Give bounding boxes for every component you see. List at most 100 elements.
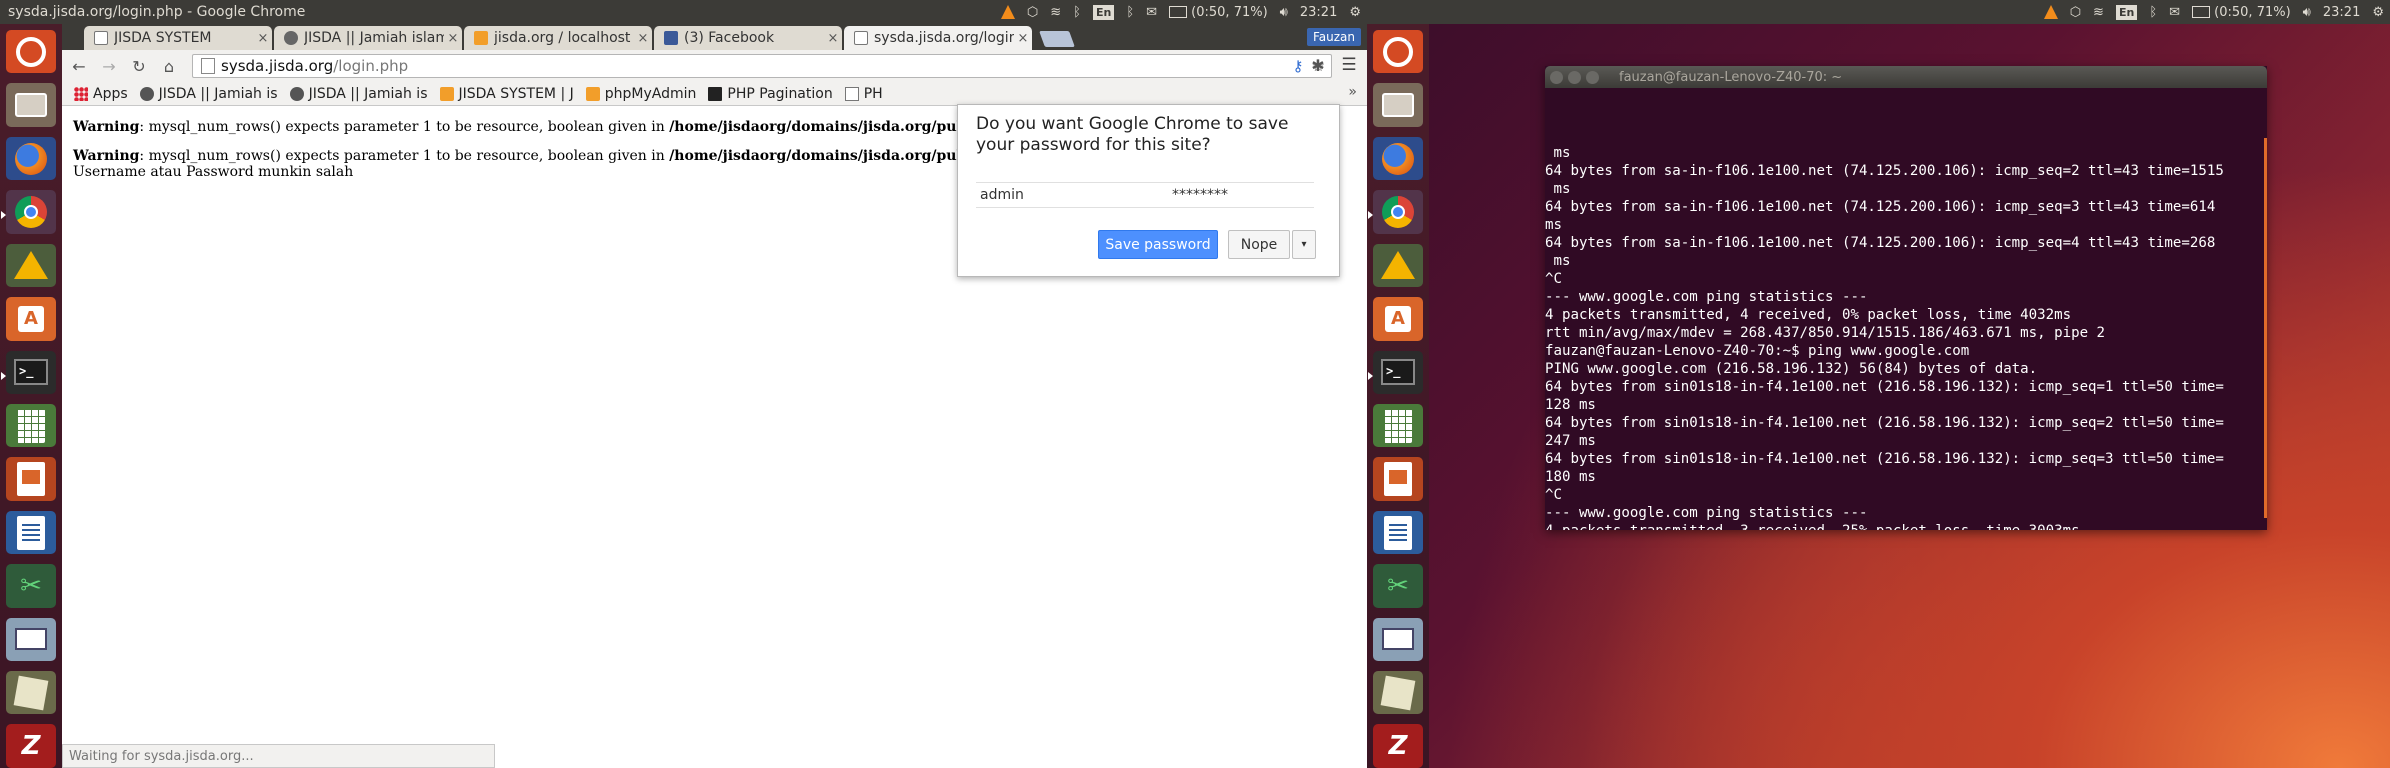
tab-jisda-system[interactable]: JISDA SYSTEM × xyxy=(84,26,272,50)
libreoffice-writer-icon[interactable] xyxy=(6,510,56,555)
terminal-window[interactable]: fauzan@fauzan-Lenovo-Z40-70: ~ ms 64 byte… xyxy=(1545,66,2267,530)
tab-jisda-jamiah[interactable]: JISDA || Jamiah islam × xyxy=(274,26,462,50)
volume-icon[interactable]: 🔊︎ xyxy=(1280,0,1288,24)
mail-icon[interactable]: ✉ xyxy=(2169,0,2180,24)
minimize-icon[interactable] xyxy=(1568,70,1581,84)
wifi-icon[interactable]: ≋ xyxy=(2093,0,2104,24)
software-center-icon[interactable]: A xyxy=(6,297,56,341)
bookmarks-overflow-button[interactable]: » xyxy=(1348,84,1357,100)
mail-client-icon[interactable] xyxy=(6,617,56,662)
libreoffice-impress-icon[interactable] xyxy=(6,457,56,501)
google-drive-icon[interactable] xyxy=(1373,243,1423,288)
system-tray-right: ⬡ ≋ En ᛒ ✉ (0:50, 71%) 🔊︎ 23:21 ⚙ xyxy=(2043,0,2384,24)
volume-icon[interactable]: 🔊︎ xyxy=(2303,0,2311,24)
terminal-line: --- www.google.com ping statistics --- xyxy=(1545,289,1868,305)
tab-facebook[interactable]: (3) Facebook × xyxy=(654,26,842,50)
extension-icon[interactable]: ✱ xyxy=(1308,56,1328,76)
address-bar[interactable]: sysda.jisda.org/login.php ⚷ ☆ xyxy=(192,54,1332,78)
clock[interactable]: 23:21 xyxy=(1300,0,1337,24)
terminal-icon[interactable]: >_ xyxy=(1368,350,1423,394)
inkscape-icon[interactable]: ✂ xyxy=(6,564,56,608)
new-tab-button[interactable] xyxy=(1039,31,1075,47)
mail-client-icon[interactable] xyxy=(1373,617,1423,662)
launcher-left: A >_ ✂ Z xyxy=(0,24,62,768)
gear-icon[interactable]: ⚙ xyxy=(1349,0,1361,24)
credential-row: admin ******** xyxy=(976,182,1314,208)
tab-login-active[interactable]: sysda.jisda.org/login × xyxy=(844,26,1032,50)
files-icon[interactable] xyxy=(1373,83,1423,127)
close-icon[interactable]: × xyxy=(254,31,272,46)
firefox-icon[interactable] xyxy=(6,136,56,181)
profile-badge[interactable]: Fauzan xyxy=(1306,28,1361,46)
text-editor-icon[interactable] xyxy=(6,671,56,715)
google-drive-icon[interactable] xyxy=(6,243,56,288)
nope-button[interactable]: Nope xyxy=(1228,230,1290,259)
text-editor-icon[interactable] xyxy=(1373,671,1423,715)
close-icon[interactable]: × xyxy=(634,31,652,46)
maximize-icon[interactable] xyxy=(1586,70,1599,84)
libreoffice-writer-icon[interactable] xyxy=(1373,510,1423,555)
chrome-window: JISDA SYSTEM × JISDA || Jamiah islam × j… xyxy=(62,24,1367,768)
key-icon[interactable]: ⚷ xyxy=(1293,57,1304,75)
terminal-icon[interactable]: >_ xyxy=(1,350,56,394)
terminal-titlebar[interactable]: fauzan@fauzan-Lenovo-Z40-70: ~ xyxy=(1545,66,2267,88)
home-button[interactable]: ⌂ xyxy=(156,52,182,80)
vlc-tray-icon[interactable] xyxy=(1000,0,1015,24)
keyboard-layout-indicator[interactable]: En xyxy=(1092,4,1115,20)
bookmark-php-pagination[interactable]: PHP Pagination xyxy=(708,86,833,102)
gear-icon[interactable]: ⚙ xyxy=(2372,0,2384,24)
bookmark-apps[interactable]: Apps xyxy=(74,86,128,102)
battery-indicator[interactable]: (0:50, 71%) xyxy=(1169,0,1268,24)
bluetooth-icon-2[interactable]: ᛒ xyxy=(1126,0,1134,24)
bookmark-jisda-2[interactable]: JISDA || Jamiah is xyxy=(289,86,428,102)
battery-indicator[interactable]: (0:50, 71%) xyxy=(2192,0,2291,24)
terminal-line: PING www.google.com (216.58.196.132) 56(… xyxy=(1545,361,2038,377)
tab-phpmyadmin[interactable]: jisda.org / localhost × xyxy=(464,26,652,50)
libreoffice-impress-icon[interactable] xyxy=(1373,457,1423,501)
filezilla-icon[interactable]: Z xyxy=(1373,724,1423,768)
bookmark-jisda-system[interactable]: JISDA SYSTEM | J xyxy=(439,86,574,102)
close-icon[interactable]: × xyxy=(444,31,462,46)
terminal-line: 180 ms xyxy=(1545,469,1596,485)
inkscape-icon[interactable]: ✂ xyxy=(1373,564,1423,608)
bookmark-phpmyadmin[interactable]: phpMyAdmin xyxy=(585,86,696,102)
dropbox-icon[interactable]: ⬡ xyxy=(1027,0,1038,24)
clock[interactable]: 23:21 xyxy=(2323,0,2360,24)
libreoffice-calc-icon[interactable] xyxy=(1373,403,1423,448)
firefox-icon[interactable] xyxy=(1373,136,1423,181)
chrome-icon[interactable] xyxy=(1,190,56,234)
terminal-line: ms xyxy=(1545,181,1571,197)
mail-icon[interactable]: ✉ xyxy=(1146,0,1157,24)
bookmark-jisda-1[interactable]: JISDA || Jamiah is xyxy=(139,86,278,102)
home-icon: ⌂ xyxy=(163,56,175,76)
keyboard-layout-indicator[interactable]: En xyxy=(2115,4,2138,20)
bookmark-ph[interactable]: PH xyxy=(844,86,883,102)
files-icon[interactable] xyxy=(6,83,56,127)
forward-button[interactable]: → xyxy=(96,52,122,80)
dash-home-icon[interactable] xyxy=(6,30,56,74)
filezilla-icon[interactable]: Z xyxy=(6,724,56,768)
dropbox-icon[interactable]: ⬡ xyxy=(2070,0,2081,24)
terminal-line: 4 packets transmitted, 4 received, 0% pa… xyxy=(1545,307,2072,323)
terminal-line: 64 bytes from sin01s18-in-f4.1e100.net (… xyxy=(1545,415,2224,431)
doc-icon xyxy=(854,31,868,45)
dash-home-icon[interactable] xyxy=(1373,30,1423,74)
close-icon[interactable]: × xyxy=(1014,31,1032,46)
bluetooth-icon[interactable]: ᛒ xyxy=(2149,0,2157,24)
chevron-down-icon[interactable]: ▾ xyxy=(1292,230,1316,259)
bluetooth-icon[interactable]: ᛒ xyxy=(1073,0,1081,24)
back-button[interactable]: ← xyxy=(66,52,92,80)
menu-icon[interactable]: ☰ xyxy=(1338,55,1360,77)
save-password-button[interactable]: Save password xyxy=(1098,230,1218,259)
reload-button[interactable]: ↻ xyxy=(126,52,152,80)
wifi-icon[interactable]: ≋ xyxy=(1050,0,1061,24)
libreoffice-calc-icon[interactable] xyxy=(6,403,56,448)
close-icon[interactable] xyxy=(1550,70,1563,84)
chrome-icon[interactable] xyxy=(1368,190,1423,234)
terminal-output[interactable]: ms 64 bytes from sa-in-f106.1e100.net (74… xyxy=(1545,88,2267,530)
software-center-icon[interactable]: A xyxy=(1373,297,1423,341)
close-icon[interactable]: × xyxy=(824,31,842,46)
top-panel-right: ⬡ ≋ En ᛒ ✉ (0:50, 71%) 🔊︎ 23:21 ⚙ xyxy=(1367,0,2390,24)
launcher-right: A >_ ✂ Z xyxy=(1367,24,1429,768)
vlc-tray-icon[interactable] xyxy=(2043,0,2058,24)
